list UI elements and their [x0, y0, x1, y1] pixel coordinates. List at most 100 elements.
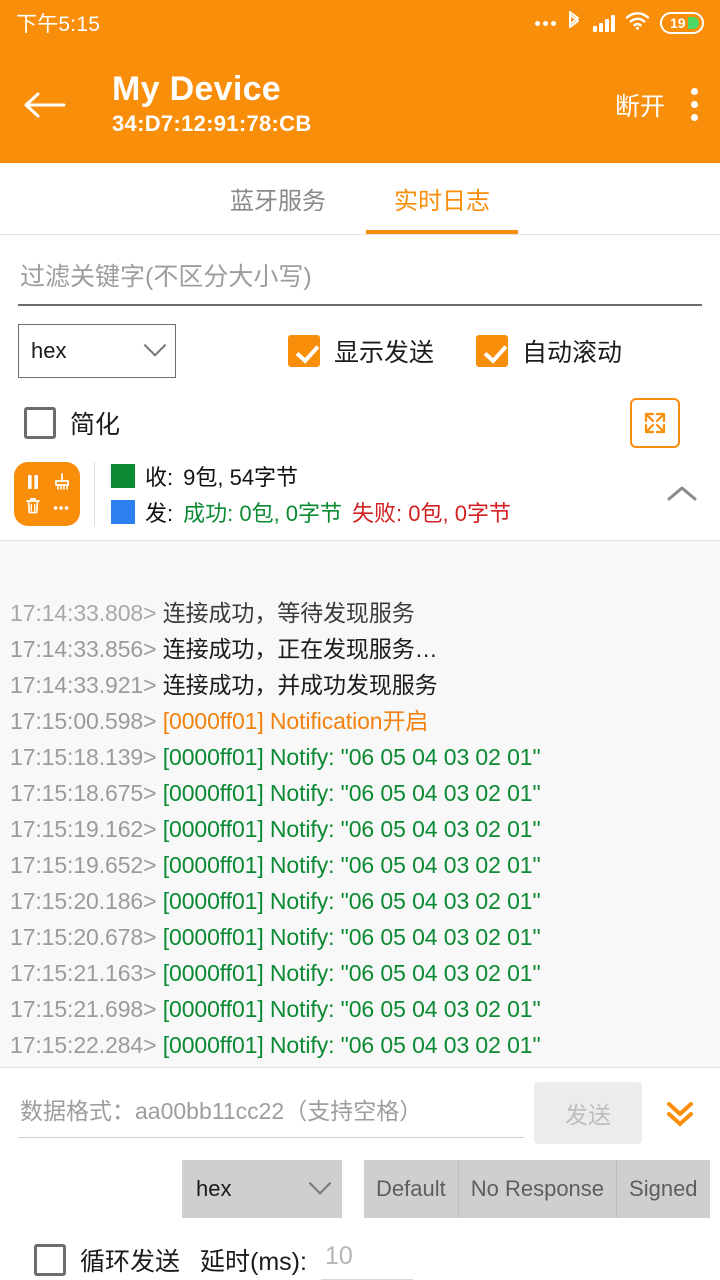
tab-bar: 蓝牙服务 实时日志	[0, 163, 720, 235]
show-send-checkbox-group[interactable]: 显示发送	[288, 333, 434, 369]
log-timestamp: 17:15:21.163>	[10, 960, 163, 986]
fullscreen-expand-button[interactable]	[630, 398, 680, 448]
tx-stat-line: 发: 成功: 0包, 0字节 失败: 0包, 0字节	[111, 496, 660, 528]
log-line: 17:15:20.678> [0000ff01] Notify: "06 05 …	[10, 919, 710, 955]
wifi-icon	[625, 11, 650, 35]
show-send-label: 显示发送	[334, 333, 434, 369]
log-timestamp: 17:15:18.139>	[10, 744, 163, 770]
loop-send-checkbox[interactable]	[34, 1244, 66, 1276]
status-bar: 下午5:15 19	[0, 0, 720, 46]
chevron-up-icon	[665, 483, 699, 505]
app-bar: My Device 34:D7:12:91:78:CB 断开	[0, 46, 720, 163]
log-format-value: hex	[31, 338, 66, 364]
segment-no-response[interactable]: No Response	[459, 1160, 617, 1218]
battery-level: 19	[664, 15, 686, 31]
log-message: 连接成功，并成功发现服务	[163, 672, 438, 698]
broom-icon	[51, 472, 71, 492]
log-line: 17:15:18.675> [0000ff01] Notify: "06 05 …	[10, 775, 710, 811]
send-data-input[interactable]	[18, 1088, 524, 1138]
log-format-select[interactable]: hex	[18, 324, 176, 378]
bluetooth-icon	[566, 10, 583, 37]
log-message: [0000ff01] Notify: "06 05 04 03 02 01"	[163, 924, 541, 950]
log-message: [0000ff01] Notify: "06 05 04 03 02 01"	[163, 960, 541, 986]
log-timestamp: 17:15:19.162>	[10, 816, 163, 842]
more-dots-icon	[535, 21, 556, 26]
fullscreen-expand-icon	[640, 408, 670, 438]
log-message: [0000ff01] Notify: "06 05 04 03 02 01"	[163, 1032, 541, 1058]
log-line: 17:15:21.163> [0000ff01] Notify: "06 05 …	[10, 955, 710, 991]
send-format-select[interactable]: hex	[182, 1160, 342, 1218]
filter-input[interactable]	[18, 257, 702, 306]
write-mode-row: hex Default No Response Signed	[0, 1150, 720, 1218]
log-message: [0000ff01] Notify: "06 05 04 03 02 01"	[163, 852, 541, 878]
log-lines: 17:14:33.808> 连接成功，等待发现服务17:14:33.856> 连…	[10, 595, 710, 1063]
log-timestamp: 17:15:20.678>	[10, 924, 163, 950]
rx-label: 收:	[145, 460, 173, 492]
tx-success-value: 成功: 0包, 0字节	[183, 496, 342, 528]
log-controls-row: hex 显示发送 自动滚动	[0, 306, 720, 378]
log-timestamp: 17:15:20.186>	[10, 888, 163, 914]
stats-divider	[94, 462, 95, 526]
chevron-down-icon	[309, 1172, 332, 1195]
battery-icon: 19	[660, 12, 704, 34]
segment-default[interactable]: Default	[364, 1160, 459, 1218]
log-line: 17:14:33.921> 连接成功，并成功发现服务	[10, 667, 710, 703]
delay-label: 延时(ms):	[200, 1242, 307, 1278]
simplify-checkbox-group[interactable]: 简化	[24, 405, 120, 441]
device-mac-address: 34:D7:12:91:78:CB	[112, 109, 312, 139]
log-message: [0000ff01] Notification开启	[163, 708, 429, 734]
log-timestamp: 17:15:00.598>	[10, 708, 163, 734]
tx-label: 发:	[145, 496, 173, 528]
log-line: 17:15:19.652> [0000ff01] Notify: "06 05 …	[10, 847, 710, 883]
rx-stat-line: 收: 9包, 54字节	[111, 460, 660, 492]
back-arrow-icon	[22, 89, 66, 121]
log-message: [0000ff01] Notify: "06 05 04 03 02 01"	[163, 816, 541, 842]
simplify-checkbox[interactable]	[24, 407, 56, 439]
write-type-segmented-control: Default No Response Signed	[364, 1160, 710, 1218]
log-timestamp: 17:14:33.856>	[10, 636, 163, 662]
tx-fail-value: 失败: 0包, 0字节	[352, 496, 511, 528]
log-timestamp: 17:15:22.284>	[10, 1032, 163, 1058]
log-timestamp: 17:15:19.652>	[10, 852, 163, 878]
delay-input[interactable]	[321, 1240, 413, 1280]
status-icons: 19	[535, 10, 704, 37]
app-screen: 下午5:15 19	[0, 0, 720, 1280]
log-line: 17:15:00.598> [0000ff01] Notification开启	[10, 703, 710, 739]
show-send-checkbox[interactable]	[288, 335, 320, 367]
log-timestamp: 17:14:33.808>	[10, 600, 163, 626]
log-line: 17:15:19.162> [0000ff01] Notify: "06 05 …	[10, 811, 710, 847]
log-message: [0000ff01] Notify: "06 05 04 03 02 01"	[163, 780, 541, 806]
log-message: 连接成功，正在发现服务…	[163, 636, 438, 662]
loop-send-label: 循环发送	[80, 1242, 180, 1278]
back-button[interactable]	[22, 89, 78, 121]
page-title: My Device	[112, 70, 281, 109]
disconnect-button[interactable]: 断开	[601, 87, 679, 123]
log-line: 17:14:33.856> 连接成功，正在发现服务…	[10, 631, 710, 667]
log-actions-button[interactable]	[14, 462, 80, 526]
log-message: [0000ff01] Notify: "06 05 04 03 02 01"	[163, 996, 541, 1022]
tab-realtime-log[interactable]: 实时日志	[360, 163, 524, 234]
auto-scroll-checkbox-group[interactable]: 自动滚动	[476, 333, 622, 369]
segment-signed[interactable]: Signed	[617, 1160, 710, 1218]
auto-scroll-checkbox[interactable]	[476, 335, 508, 367]
tab-bluetooth-services[interactable]: 蓝牙服务	[196, 163, 360, 234]
rx-value: 9包, 54字节	[183, 460, 298, 492]
collapse-stats-button[interactable]	[660, 483, 704, 505]
overflow-menu-icon[interactable]	[679, 88, 702, 121]
send-button[interactable]: 发送	[534, 1082, 642, 1144]
log-line: 17:15:18.139> [0000ff01] Notify: "06 05 …	[10, 739, 710, 775]
log-line: 17:14:33.808> 连接成功，等待发现服务	[10, 595, 710, 631]
trash-icon	[23, 496, 43, 516]
auto-scroll-label: 自动滚动	[522, 333, 622, 369]
log-stats-bar: 收: 9包, 54字节 发: 成功: 0包, 0字节 失败: 0包, 0字节	[0, 448, 720, 541]
double-chevron-down-icon	[660, 1093, 700, 1133]
tx-color-swatch	[111, 500, 135, 524]
log-message: [0000ff01] Notify: "06 05 04 03 02 01"	[163, 888, 541, 914]
log-output[interactable]: 17:14:33.808> 连接成功，等待发现服务17:14:33.856> 连…	[0, 541, 720, 1068]
expand-send-panel-button[interactable]	[652, 1093, 708, 1133]
log-timestamp: 17:15:21.698>	[10, 996, 163, 1022]
rx-color-swatch	[111, 464, 135, 488]
pause-icon	[23, 472, 43, 492]
log-timestamp: 17:15:18.675>	[10, 780, 163, 806]
log-timestamp: 17:14:33.921>	[10, 672, 163, 698]
